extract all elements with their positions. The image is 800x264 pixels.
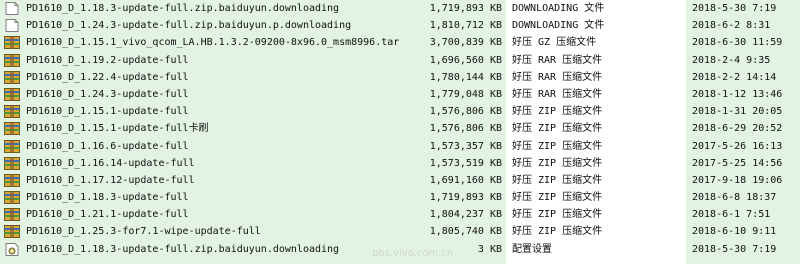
archive-icon [4, 53, 20, 67]
file-rows: PD1610_D_1.18.3-update-full.zip.baiduyun… [0, 0, 800, 258]
file-name: PD1610_D_1.21.1-update-full [26, 209, 189, 221]
file-modified-date: 2018-5-30 7:19 [692, 243, 777, 255]
file-type: 好压 ZIP 压缩文件 [512, 140, 603, 152]
file-row[interactable]: PD1610_D_1.25.3-for7.1-wipe-update-full 1… [0, 223, 800, 240]
file-row[interactable]: PD1610_D_1.17.12-update-full 1,691,160 KB… [0, 172, 800, 189]
file-modified-date: 2018-5-30 7:19 [692, 3, 777, 14]
file-type: 好压 ZIP 压缩文件 [512, 106, 603, 118]
file-size: 1,779,048 KB [429, 88, 502, 100]
archive-icon [4, 208, 20, 222]
file-modified-date: 2017-5-26 16:13 [692, 140, 783, 152]
file-size: 1,691,160 KB [429, 174, 502, 186]
file-name: PD1610_D_1.19.2-update-full [26, 54, 189, 66]
file-name: PD1610_D_1.15.1_vivo_qcom_LA.HB.1.3.2-09… [26, 37, 400, 49]
file-modified-date: 2018-6-30 11:59 [692, 37, 783, 49]
file-row[interactable]: PD1610_D_1.18.3-update-full.zip.baiduyun… [0, 0, 800, 17]
file-name: PD1610_D_1.16.14-update-full [26, 157, 195, 169]
archive-icon [4, 70, 20, 84]
file-size: 1,576,806 KB [429, 123, 502, 135]
file-type: 好压 ZIP 压缩文件 [512, 226, 603, 238]
file-type: 好压 ZIP 压缩文件 [512, 174, 603, 186]
file-row[interactable]: PD1610_D_1.18.3-update-full 1,719,893 KB 好… [0, 189, 800, 206]
file-modified-date: 2018-6-10 9:11 [692, 226, 777, 238]
archive-icon [4, 156, 20, 170]
archive-icon [4, 87, 20, 101]
file-type: 配置设置 [512, 243, 552, 255]
archive-icon [4, 173, 20, 187]
file-type: DOWNLOADING 文件 [512, 20, 605, 32]
downloading-file-icon [4, 2, 20, 15]
file-name: PD1610_D_1.15.1-update-full [26, 106, 189, 118]
file-row[interactable]: PD1610_D_1.19.2-update-full 1,696,560 KB 好… [0, 52, 800, 69]
file-row[interactable]: PD1610_D_1.15.1-update-full卡刷 1,576,806 K… [0, 120, 800, 137]
file-name: PD1610_D_1.18.3-update-full.zip.baiduyun… [26, 243, 340, 255]
archive-icon [4, 105, 20, 119]
file-size: 1,719,893 KB [429, 192, 502, 204]
file-size: 3,700,839 KB [429, 37, 502, 49]
file-modified-date: 2018-2-2 14:14 [692, 71, 777, 83]
file-row[interactable]: PD1610_D_1.24.3-update-full.zip.baiduyun… [0, 17, 800, 34]
file-name: PD1610_D_1.24.3-update-full [26, 88, 189, 100]
file-row[interactable]: PD1610_D_1.15.1_vivo_qcom_LA.HB.1.3.2-09… [0, 34, 800, 51]
file-name: PD1610_D_1.25.3-for7.1-wipe-update-full [26, 226, 261, 238]
file-modified-date: 2018-6-29 20:52 [692, 123, 783, 135]
settings-file-icon [4, 242, 20, 256]
file-modified-date: 2018-6-8 18:37 [692, 192, 777, 204]
file-modified-date: 2017-9-18 19:06 [692, 174, 783, 186]
archive-icon [4, 191, 20, 205]
file-type: 好压 ZIP 压缩文件 [512, 157, 603, 169]
file-modified-date: 2017-5-25 14:56 [692, 157, 783, 169]
file-size: 1,719,893 KB [429, 3, 502, 14]
file-type: 好压 RAR 压缩文件 [512, 71, 603, 83]
file-name: PD1610_D_1.18.3-update-full [26, 192, 189, 204]
file-row[interactable]: PD1610_D_1.21.1-update-full 1,804,237 KB 好… [0, 206, 800, 223]
file-name: PD1610_D_1.18.3-update-full.zip.baiduyun… [26, 3, 340, 14]
file-row[interactable]: PD1610_D_1.24.3-update-full 1,779,048 KB 好… [0, 86, 800, 103]
file-size: 1,780,144 KB [429, 71, 502, 83]
file-row[interactable]: PD1610_D_1.16.14-update-full 1,573,519 KB… [0, 155, 800, 172]
file-list-view: PD1610_D_1.18.3-update-full.zip.baiduyun… [0, 0, 800, 264]
file-name: PD1610_D_1.24.3-update-full.zip.baiduyun… [26, 20, 352, 32]
file-name: PD1610_D_1.15.1-update-full卡刷 [26, 123, 209, 135]
file-modified-date: 2018-6-1 7:51 [692, 209, 771, 221]
file-size: 1,810,712 KB [429, 20, 502, 32]
archive-icon [4, 122, 20, 136]
file-modified-date: 2018-1-12 13:46 [692, 88, 783, 100]
file-name: PD1610_D_1.22.4-update-full [26, 71, 189, 83]
file-size: 1,805,740 KB [429, 226, 502, 238]
watermark: bbs.vivo.com.cn [372, 248, 454, 259]
file-type: 好压 ZIP 压缩文件 [512, 192, 603, 204]
file-type: 好压 RAR 压缩文件 [512, 54, 603, 66]
archive-icon [4, 36, 20, 50]
file-type: 好压 ZIP 压缩文件 [512, 123, 603, 135]
file-type: 好压 ZIP 压缩文件 [512, 209, 603, 221]
archive-icon [4, 139, 20, 153]
archive-icon [4, 225, 20, 239]
file-size: 1,573,519 KB [429, 157, 502, 169]
file-name: PD1610_D_1.17.12-update-full [26, 174, 195, 186]
file-name: PD1610_D_1.16.6-update-full [26, 140, 189, 152]
file-row[interactable]: PD1610_D_1.22.4-update-full 1,780,144 KB 好… [0, 69, 800, 86]
downloading-file-icon [4, 19, 20, 33]
file-type: 好压 RAR 压缩文件 [512, 88, 603, 100]
file-type: DOWNLOADING 文件 [512, 3, 605, 14]
file-size: 1,573,357 KB [429, 140, 502, 152]
file-type: 好压 GZ 压缩文件 [512, 37, 597, 49]
file-modified-date: 2018-6-2 8:31 [692, 20, 771, 32]
file-size: 1,804,237 KB [429, 209, 502, 221]
file-size: 1,696,560 KB [429, 54, 502, 66]
file-modified-date: 2018-2-4 9:35 [692, 54, 771, 66]
file-modified-date: 2018-1-31 20:05 [692, 106, 783, 118]
file-row[interactable]: PD1610_D_1.16.6-update-full 1,573,357 KB 好… [0, 138, 800, 155]
file-row[interactable]: PD1610_D_1.15.1-update-full 1,576,806 KB 好… [0, 103, 800, 120]
file-size: 1,576,806 KB [429, 106, 502, 118]
